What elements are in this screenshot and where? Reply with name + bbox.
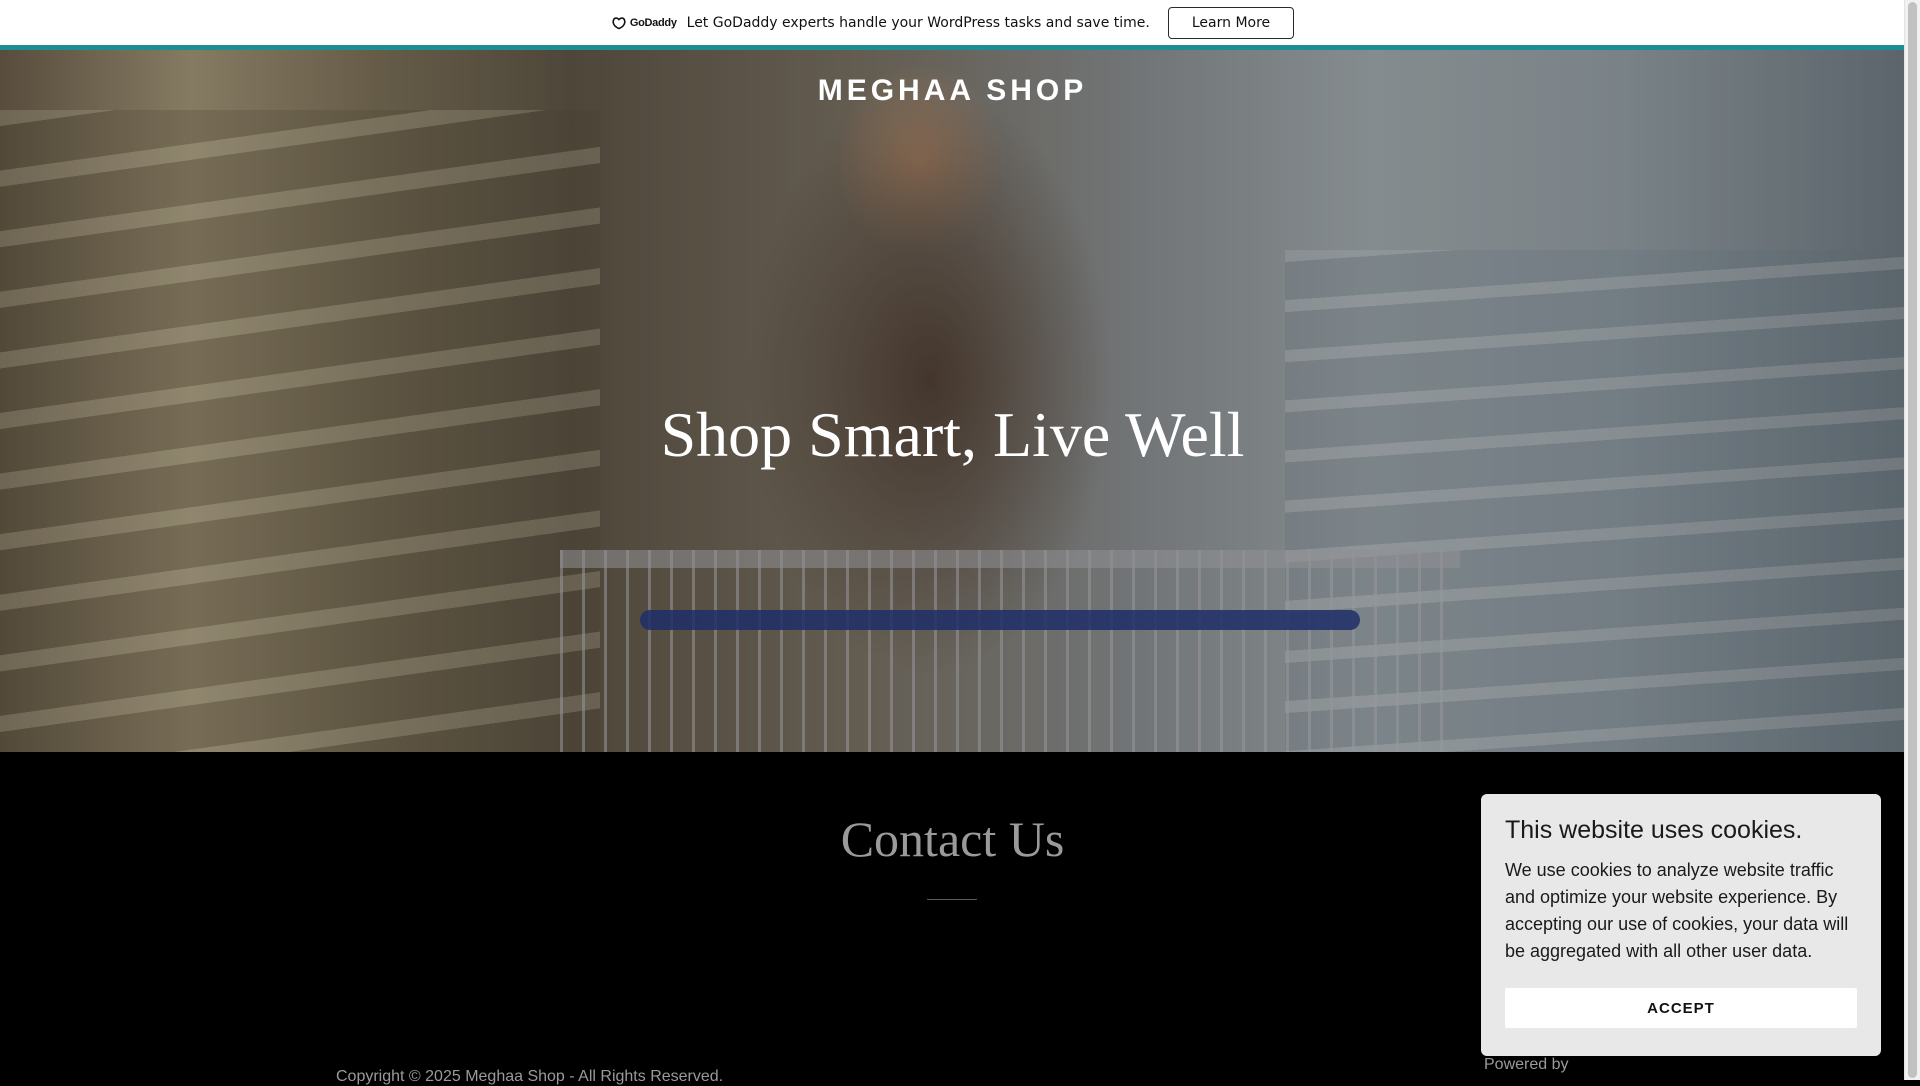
page-scrollbar[interactable] — [1904, 0, 1920, 1080]
footer-powered-by: Powered by — [1484, 1056, 1569, 1073]
promo-bar: GoDaddy Let GoDaddy experts handle your … — [0, 0, 1905, 45]
godaddy-logo: GoDaddy — [611, 16, 677, 30]
promo-message: Let GoDaddy experts handle your WordPres… — [686, 14, 1150, 31]
accent-divider — [0, 45, 1905, 50]
learn-more-button[interactable]: Learn More — [1167, 6, 1295, 39]
hero-tagline: Shop Smart, Live Well — [660, 399, 1245, 470]
cookie-banner-body: We use cookies to analyze website traffi… — [1505, 860, 1849, 961]
godaddy-logo-text: GoDaddy — [629, 16, 677, 29]
footer-copyright: Copyright © 2025 Meghaa Shop - All Right… — [336, 1068, 724, 1085]
cookie-banner: This website uses cookies. We use cookie… — [1481, 794, 1881, 1056]
cookie-banner-title: This website uses cookies. — [1505, 816, 1803, 844]
godaddy-mark-icon — [612, 16, 626, 29]
site-title[interactable]: MEGHAA SHOP — [0, 74, 1905, 108]
scrollbar-thumb[interactable] — [1908, 2, 1917, 1078]
cookie-accept-button[interactable]: ACCEPT — [1505, 988, 1857, 1028]
contact-divider — [927, 899, 977, 900]
